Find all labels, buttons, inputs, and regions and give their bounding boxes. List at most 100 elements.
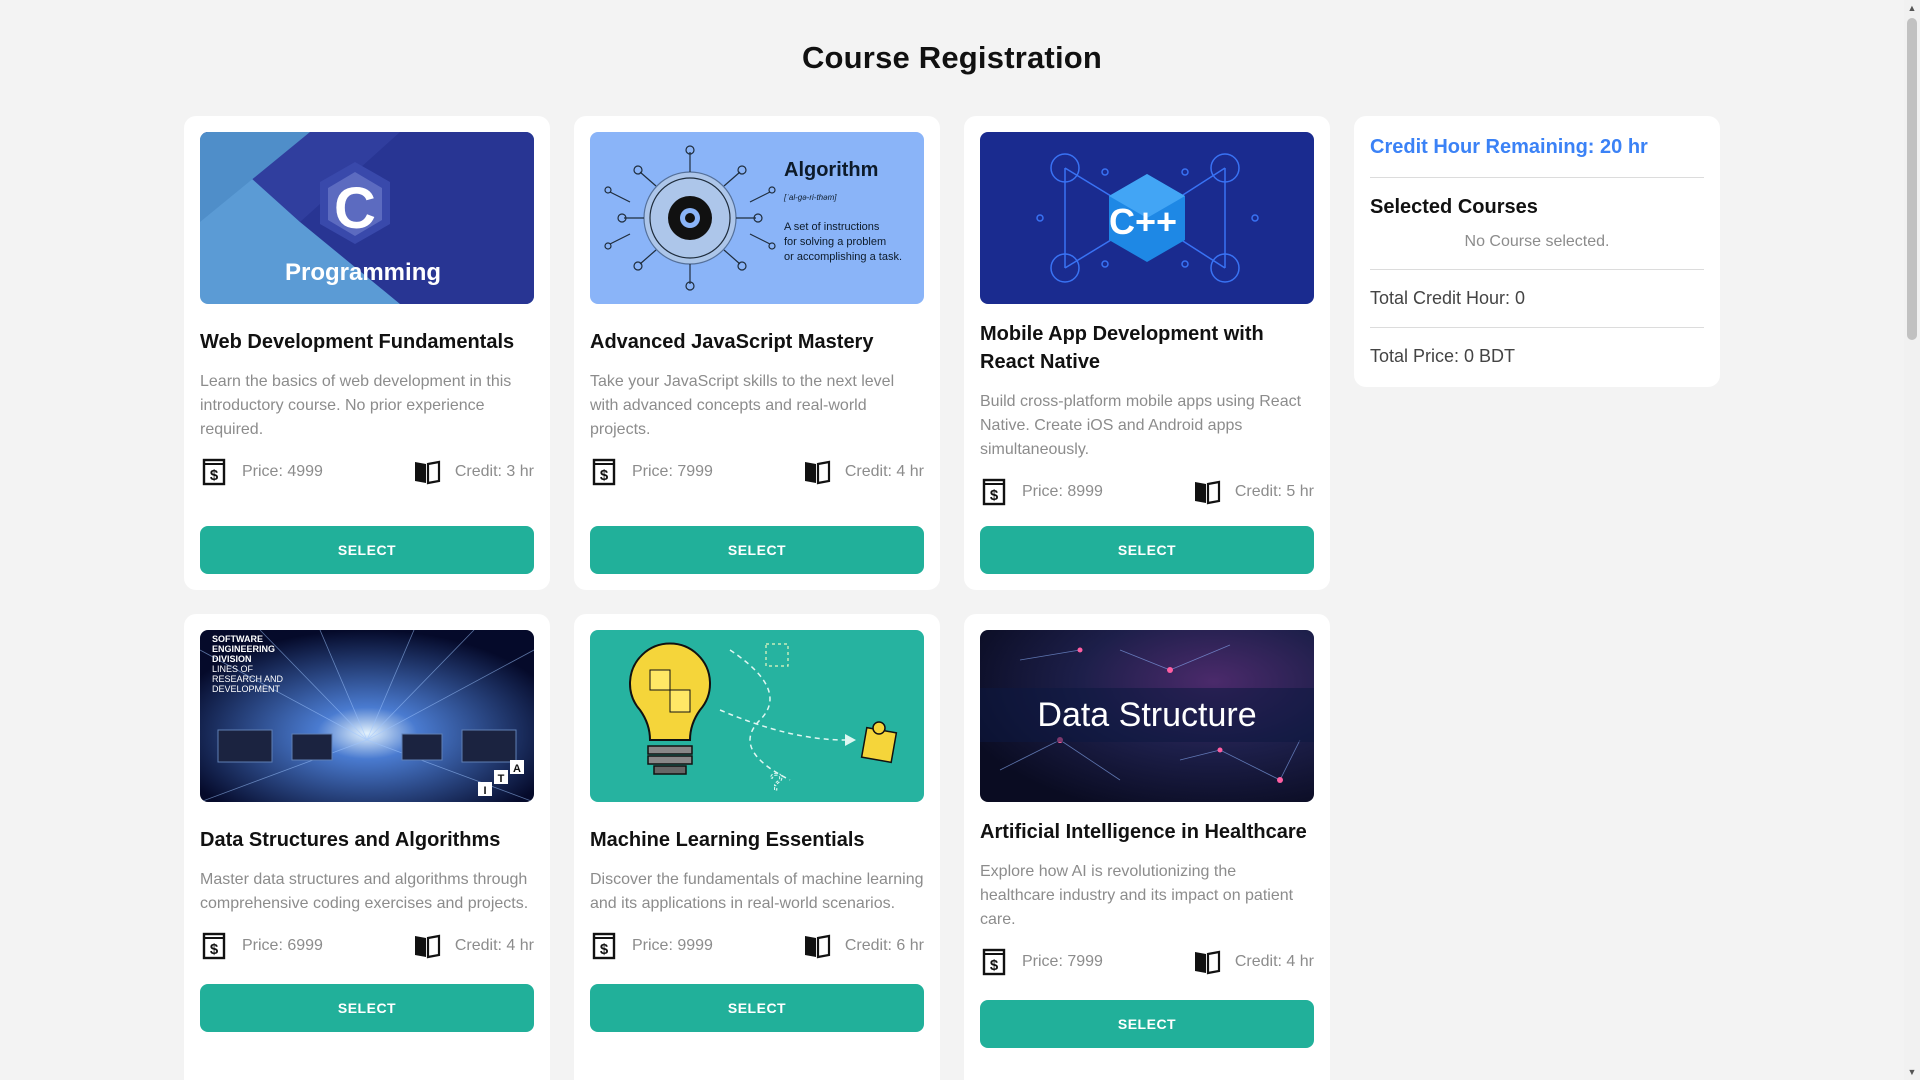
- dollar-icon: $: [200, 458, 228, 486]
- course-card: Algorithm [ˈal-gə-ri-thəm] A set of inst…: [574, 116, 940, 590]
- total-credit-hour: Total Credit Hour: 0: [1370, 270, 1704, 328]
- book-icon: [1193, 478, 1221, 506]
- book-icon: [803, 458, 831, 486]
- select-button[interactable]: SELECT: [200, 526, 534, 574]
- price-text: Price: 9999: [632, 937, 713, 954]
- price-info: $ Price: 4999: [200, 458, 323, 486]
- svg-text:C++: C++: [1109, 201, 1177, 242]
- svg-text:$: $: [600, 467, 609, 484]
- price-info: $ Price: 7999: [590, 458, 713, 486]
- dollar-icon: $: [980, 478, 1008, 506]
- svg-text:$: $: [210, 467, 219, 484]
- course-description: Learn the basics of web development in t…: [200, 373, 512, 438]
- svg-text:RESEARCH AND: RESEARCH AND: [212, 674, 284, 684]
- svg-text:SOFTWARE: SOFTWARE: [212, 634, 263, 644]
- cart-sidebar: Credit Hour Remaining: 20 hr Selected Co…: [1354, 116, 1720, 387]
- vertical-scrollbar[interactable]: ▲ ▼: [1904, 0, 1920, 1080]
- svg-text:A: A: [513, 763, 521, 775]
- course-image: Data Structure: [980, 630, 1314, 802]
- course-description: Build cross-platform mobile apps using R…: [980, 393, 1302, 458]
- course-title: Machine Learning Essentials: [590, 829, 865, 851]
- course-card: Data Structure Artificial Intelligence i…: [964, 614, 1330, 1080]
- course-title: Advanced JavaScript Mastery: [590, 331, 874, 353]
- svg-text:$: $: [990, 957, 999, 974]
- credit-text: Credit: 6 hr: [844, 937, 924, 954]
- credit-text: Credit: 3 hr: [454, 463, 534, 480]
- svg-text:ENGINEERING: ENGINEERING: [212, 644, 275, 654]
- price-text: Price: 4999: [242, 463, 323, 480]
- credit-remaining: Credit Hour Remaining: 20 hr: [1370, 132, 1704, 178]
- course-meta: $ Price: 9999 Credit: 6 hr: [590, 932, 924, 960]
- credit-info: Credit: 6 hr: [803, 932, 924, 960]
- scroll-up-icon[interactable]: ▲: [1904, 0, 1920, 16]
- course-image: C Programming: [200, 132, 534, 304]
- course-description: Take your JavaScript skills to the next …: [590, 373, 895, 438]
- credit-info: Credit: 4 hr: [803, 458, 924, 486]
- course-image: Algorithm [ˈal-gə-ri-thəm] A set of inst…: [590, 132, 924, 304]
- price-text: Price: 7999: [632, 463, 713, 480]
- select-button[interactable]: SELECT: [590, 526, 924, 574]
- svg-text:Data Structure: Data Structure: [1037, 696, 1256, 734]
- course-meta: $ Price: 8999 Credit: 5 hr: [980, 478, 1314, 506]
- course-image: C++: [980, 132, 1314, 304]
- dollar-icon: $: [980, 948, 1008, 976]
- credit-info: Credit: 4 hr: [413, 932, 534, 960]
- price-text: Price: 6999: [242, 937, 323, 954]
- course-meta: $ Price: 7999 Credit: 4 hr: [980, 948, 1314, 976]
- course-title: Artificial Intelligence in Healthcare: [980, 821, 1307, 843]
- price-text: Price: 8999: [1022, 483, 1103, 500]
- scroll-down-icon[interactable]: ▼: [1904, 1064, 1920, 1080]
- svg-text:DIVISION: DIVISION: [212, 654, 252, 664]
- svg-text:A set of instructions: A set of instructions: [784, 221, 880, 233]
- course-meta: $ Price: 6999 Credit: 4 hr: [200, 932, 534, 960]
- book-icon: [1193, 948, 1221, 976]
- course-card: C Programming Web Development Fundamenta…: [184, 116, 550, 590]
- course-description: Master data structures and algorithms th…: [200, 871, 529, 912]
- price-info: $ Price: 8999: [980, 478, 1103, 506]
- total-price: Total Price: 0 BDT: [1370, 346, 1516, 366]
- course-description: Discover the fundamentals of machine lea…: [590, 871, 924, 912]
- svg-text:$: $: [600, 941, 609, 958]
- dollar-icon: $: [200, 932, 228, 960]
- credit-text: Credit: 4 hr: [1234, 953, 1314, 970]
- credit-text: Credit: 4 hr: [844, 463, 924, 480]
- book-icon: [803, 932, 831, 960]
- select-button[interactable]: SELECT: [980, 1000, 1314, 1048]
- svg-text:T: T: [498, 773, 505, 785]
- course-card: C++ Mobile App Development with React Na…: [964, 116, 1330, 590]
- credit-text: Credit: 4 hr: [454, 937, 534, 954]
- page-title: Course Registration: [801, 40, 1103, 75]
- course-title: Mobile App Development with React Native: [980, 323, 1264, 373]
- credit-text: Credit: 5 hr: [1234, 483, 1314, 500]
- svg-text:or accomplishing a task.: or accomplishing a task.: [784, 251, 902, 263]
- price-info: $ Price: 7999: [980, 948, 1103, 976]
- select-button[interactable]: SELECT: [980, 526, 1314, 574]
- scrollbar-thumb[interactable]: [1907, 18, 1917, 340]
- svg-text:$: $: [210, 941, 219, 958]
- book-icon: [413, 458, 441, 486]
- price-info: $ Price: 6999: [200, 932, 323, 960]
- svg-text:Programming: Programming: [285, 259, 441, 286]
- book-icon: [413, 932, 441, 960]
- viewport: Course Registration C Programming Web De…: [0, 0, 1904, 1080]
- svg-text:DEVELOPMENT: DEVELOPMENT: [212, 684, 281, 694]
- select-button[interactable]: SELECT: [200, 984, 534, 1032]
- course-grid: C Programming Web Development Fundamenta…: [184, 116, 1330, 1080]
- svg-text:$: $: [990, 487, 999, 504]
- dollar-icon: $: [590, 932, 618, 960]
- course-description: Explore how AI is revolutionizing the he…: [980, 863, 1294, 928]
- dollar-icon: $: [590, 458, 618, 486]
- course-image: SOFTWARE ENGINEERING DIVISION LINES OF R…: [200, 630, 534, 802]
- course-meta: $ Price: 4999 Credit: 3 hr: [200, 458, 534, 486]
- course-card: ? Machine Learning Essentials Discover t…: [574, 614, 940, 1080]
- selected-courses-heading: Selected Courses: [1370, 196, 1538, 218]
- credit-info: Credit: 5 hr: [1193, 478, 1314, 506]
- svg-text:[ˈal-gə-ri-thəm]: [ˈal-gə-ri-thəm]: [783, 193, 837, 202]
- price-text: Price: 7999: [1022, 953, 1103, 970]
- empty-selection-text: No Course selected.: [1370, 233, 1704, 270]
- select-button[interactable]: SELECT: [590, 984, 924, 1032]
- course-title: Web Development Fundamentals: [200, 331, 515, 353]
- price-info: $ Price: 9999: [590, 932, 713, 960]
- course-card: SOFTWARE ENGINEERING DIVISION LINES OF R…: [184, 614, 550, 1080]
- svg-text:LINES OF: LINES OF: [212, 664, 254, 674]
